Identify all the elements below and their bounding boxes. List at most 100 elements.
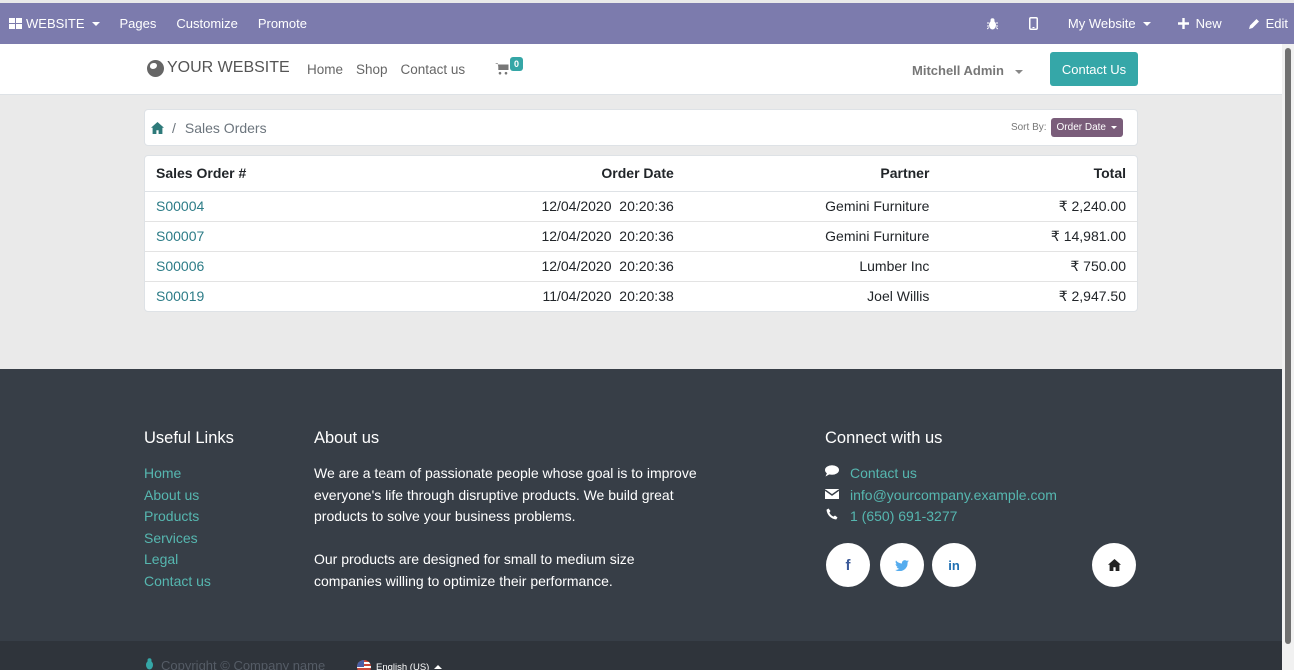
order-total: ₹ 2,947.50	[940, 280, 1137, 311]
footer: Useful Links Home About us Products Serv…	[0, 369, 1282, 641]
shopping-cart-icon	[495, 63, 509, 75]
cart-count-badge: 0	[510, 57, 524, 71]
contact-us-button[interactable]: Contact Us	[1050, 52, 1138, 86]
language-label: English (US)	[376, 661, 430, 670]
site-header: YOUR WEBSITE Home Shop Contact us 0 Mitc…	[0, 44, 1282, 95]
footer-link-contact-us[interactable]: Contact us	[144, 571, 234, 593]
sort-by-label: Sort By:	[1010, 122, 1047, 133]
column-header-partner: Partner	[684, 156, 941, 192]
nav-shop[interactable]: Shop	[356, 62, 388, 77]
connect-email: info@yourcompany.example.com	[824, 485, 1057, 507]
footer-link-products[interactable]: Products	[144, 506, 234, 528]
site-logo[interactable]: YOUR WEBSITE	[147, 59, 290, 77]
sort-by: Sort By: Order Date	[1011, 118, 1123, 137]
apps-grid-icon	[9, 18, 22, 29]
main-nav: Home Shop Contact us	[307, 62, 478, 77]
column-header-total: Total	[940, 156, 1137, 192]
useful-links-section: Useful Links Home About us Products Serv…	[144, 429, 234, 593]
breadcrumb-current: Sales Orders	[184, 119, 267, 136]
table-header-row: Sales Order # Order Date Partner Total	[145, 156, 1137, 192]
contact-us-link[interactable]: Contact us	[850, 463, 917, 485]
user-name: Mitchell Admin	[912, 63, 1004, 78]
menu-pages[interactable]: Pages	[110, 3, 167, 44]
order-total: ₹ 2,240.00	[1058, 197, 1126, 214]
table-row[interactable]: S00006 12/04/2020 20:20:36 Lumber Inc ₹ …	[145, 250, 1137, 281]
linkedin-button[interactable]: in	[932, 543, 976, 587]
mobile-preview-button[interactable]	[1013, 3, 1054, 44]
envelope-icon	[824, 485, 840, 507]
order-date: 12/04/2020 20:20:36	[372, 250, 685, 281]
caret-down-icon	[91, 21, 100, 26]
facebook-icon: f	[845, 556, 851, 574]
new-button[interactable]: New	[1165, 3, 1235, 44]
page-scrollbar[interactable]	[1282, 44, 1294, 670]
footer-link-about-us[interactable]: About us	[144, 485, 234, 507]
caret-down-icon	[1142, 21, 1151, 26]
twitter-button[interactable]	[880, 543, 924, 587]
order-date: 11/04/2020 20:20:38	[372, 280, 685, 311]
caret-down-icon	[1014, 69, 1023, 74]
copyright-text: Copyright © Company name	[161, 658, 326, 670]
pencil-icon	[1248, 18, 1259, 29]
home-icon	[1107, 559, 1121, 571]
bug-icon	[144, 658, 155, 670]
useful-links-title: Useful Links	[144, 429, 234, 447]
us-flag-icon	[357, 660, 371, 670]
email-link[interactable]: info@yourcompany.example.com	[850, 485, 1057, 507]
order-link[interactable]: S00019	[156, 288, 204, 304]
cart-link[interactable]	[495, 62, 509, 78]
table-row[interactable]: S00019 11/04/2020 20:20:38 Joel Willis ₹…	[145, 280, 1137, 311]
copyright: Copyright © Company name	[144, 658, 325, 670]
table-row[interactable]: S00004 12/04/2020 20:20:36 Gemini Furnit…	[145, 191, 1137, 221]
website-app-menu[interactable]: WEBSITE	[0, 3, 110, 44]
about-us-title: About us	[314, 429, 380, 447]
connect-section: Connect with us Contact us info@yourcomp…	[824, 429, 1057, 528]
footer-link-home[interactable]: Home	[144, 463, 234, 485]
comment-icon	[825, 463, 839, 485]
language-selector[interactable]: English (US)	[357, 660, 443, 670]
order-partner: Joel Willis	[684, 280, 941, 311]
scrollbar-thumb[interactable]	[1285, 48, 1291, 644]
edit-button[interactable]: Edit	[1235, 3, 1288, 44]
order-link[interactable]: S00004	[156, 198, 204, 214]
caret-up-icon	[434, 665, 443, 669]
admin-bar: WEBSITE Pages Customize Promote My Websi…	[0, 0, 1294, 44]
connect-contact: Contact us	[825, 463, 1057, 485]
order-link[interactable]: S00007	[156, 228, 204, 244]
logo-text: YOUR WEBSITE	[167, 59, 290, 76]
edit-label: Edit	[1265, 16, 1288, 31]
breadcrumb-bar: / Sales Orders Sort By: Order Date	[144, 109, 1138, 146]
order-total: ₹ 750.00	[940, 250, 1137, 281]
sort-by-dropdown[interactable]: Order Date	[1050, 118, 1123, 137]
about-us-paragraph: Our products are designed for small to m…	[314, 551, 635, 589]
user-menu[interactable]: Mitchell Admin	[912, 63, 1023, 78]
home-social-button[interactable]	[1092, 543, 1136, 587]
table-row[interactable]: S00007 12/04/2020 20:20:36 Gemini Furnit…	[145, 220, 1137, 251]
globe-icon	[147, 59, 164, 77]
facebook-button[interactable]: f	[826, 543, 870, 587]
website-selector[interactable]: My Website	[1054, 3, 1165, 44]
breadcrumb-separator: /	[172, 119, 176, 136]
phone-link[interactable]: 1 (650) 691-3277	[850, 506, 957, 528]
caret-down-icon	[1111, 126, 1117, 129]
footer-link-services[interactable]: Services	[144, 528, 234, 550]
website-selector-label: My Website	[1067, 16, 1136, 31]
menu-customize[interactable]: Customize	[166, 3, 247, 44]
nav-contact-us[interactable]: Contact us	[401, 62, 466, 77]
debug-button[interactable]	[972, 3, 1013, 44]
nav-home[interactable]: Home	[307, 62, 343, 77]
order-partner: Lumber Inc	[684, 250, 941, 281]
order-link[interactable]: S00006	[156, 258, 204, 274]
linkedin-icon: in	[948, 557, 960, 573]
website-app-label: WEBSITE	[26, 16, 85, 31]
twitter-icon	[895, 559, 909, 571]
home-icon[interactable]	[151, 121, 164, 134]
social-links: f in	[826, 543, 1136, 587]
connect-title: Connect with us	[825, 429, 943, 447]
menu-promote[interactable]: Promote	[248, 3, 317, 44]
footer-link-legal[interactable]: Legal	[144, 549, 234, 571]
plus-icon	[1177, 18, 1189, 29]
column-header-order-date: Order Date	[372, 156, 685, 192]
order-date: 12/04/2020 20:20:36	[372, 220, 685, 251]
about-us-paragraph: We are a team of passionate people whose…	[314, 465, 697, 525]
